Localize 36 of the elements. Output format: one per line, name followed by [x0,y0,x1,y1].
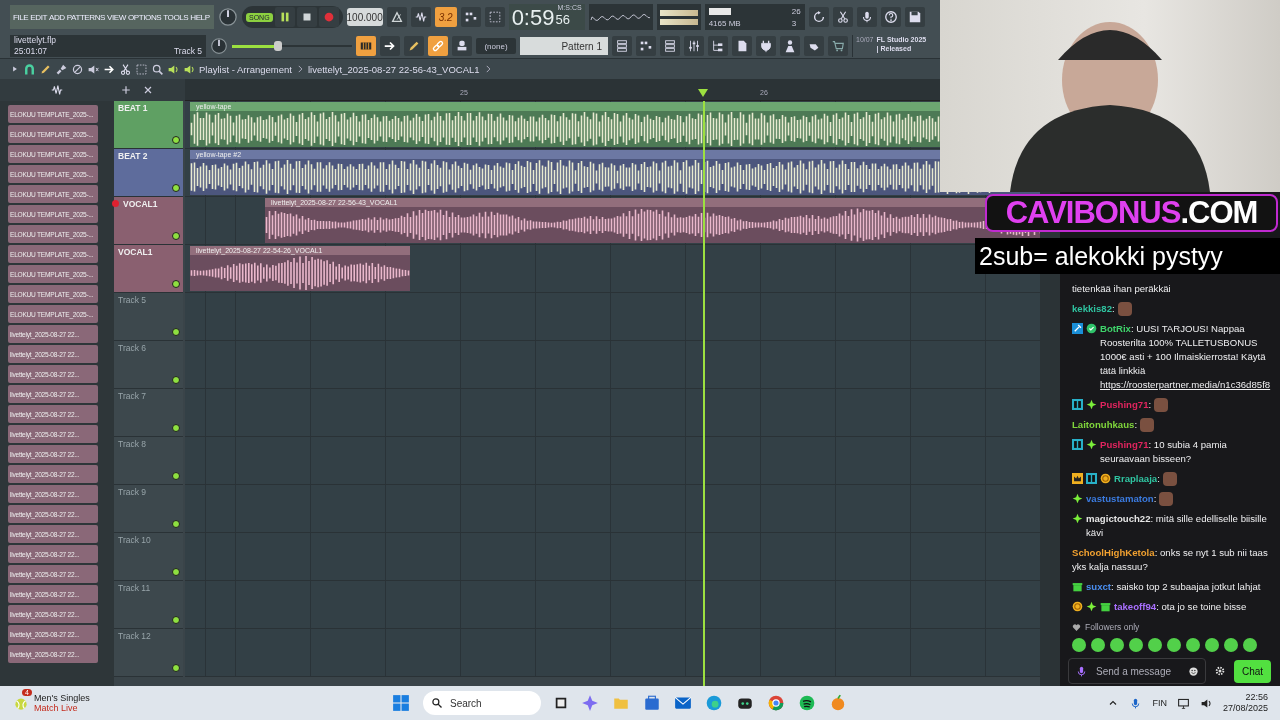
track-name: Track 7 [118,391,147,401]
chat-message: magictouch22: mitä sille edelliselle biisille kävi [1086,512,1268,540]
time-seconds: 56 [555,11,570,29]
ticker-text-overlay: 2sub= alekokki pystyy [975,238,1280,274]
chat-mode-label: Followers only [1085,622,1140,632]
track-name: Track 5 [118,295,147,305]
chat-message: vastustamaton: [1086,492,1157,506]
project-file-name: livettelyt.flp [14,35,58,46]
cpu-reading: 26 [791,6,801,16]
track-name: BEAT 1 [118,103,148,113]
track-name: Track 12 [118,631,151,641]
window-title: Playlist - Arrangement [199,63,292,75]
hint-text: Track 5 [173,46,202,57]
memory-reading: 4165 MB [708,18,742,28]
chat-message: Pushing71: 10 subia 4 pamia seuraavaan bisseen? [1100,438,1228,466]
chat-message: Laitonuhkaus: [1072,418,1138,432]
track-name: Track 10 [118,535,151,545]
chat-message: tietenkää ihan peräkkäi [1072,282,1171,296]
chat-message: Pushing71: [1100,398,1152,412]
chat-message: kekkis82: [1072,302,1115,316]
track-name: BEAT 2 [118,151,148,161]
chat-message: takeoff94: ota jo se toine bisse [1114,600,1247,614]
chat-message: BotRix: UUSI TARJOUS! Nappaa Roosterilta 100% TALLETUSBONUS 1000€ asti + 100 Ilmaiskierrosta! Käytä tätä linkkiä https://roosterpartner.media/n1c36d85f8 [1100,322,1272,392]
chat-message: SchoolHighKetola: onks se nyt 1 sub nii taas yks kalja nassuu? [1072,546,1269,574]
polyphony-reading: 3 [791,18,798,28]
track-name: Track 9 [118,487,147,497]
chat-message: suxct: saisko top 2 subaajaa jotkut lahjat [1086,580,1261,594]
time-main: 0:59 [511,6,555,30]
chat-message: Rraplaaja: [1114,472,1160,486]
track-name: Track 8 [118,439,147,449]
track-name: Track 6 [118,343,147,353]
track-name: VOCAL1 [123,199,158,209]
track-name: VOCAL1 [118,247,153,257]
widget-subtitle: Match Live [34,703,79,713]
song-position: 25:01:07 [14,46,49,57]
track-name: Track 11 [118,583,151,593]
